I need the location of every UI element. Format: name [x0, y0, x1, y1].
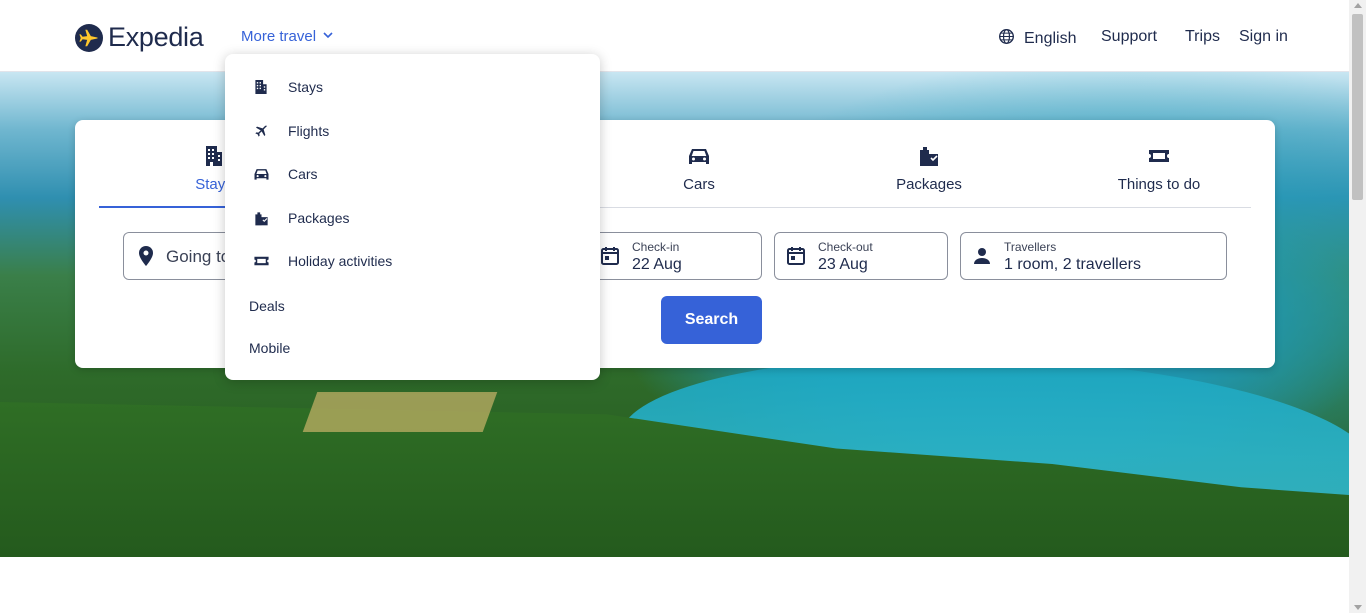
tab-packages[interactable]: Packages	[814, 144, 1044, 208]
language-selector[interactable]: English	[998, 28, 1076, 50]
location-pin-icon	[138, 246, 154, 271]
page: Expedia More travel English Support Trip…	[0, 0, 1349, 613]
going-to-placeholder: Going to	[166, 247, 231, 266]
tab-cars[interactable]: Cars	[584, 144, 814, 208]
menu-item-holiday-activities[interactable]: Holiday activities	[249, 246, 392, 276]
check-out-field[interactable]: Check-out 23 Aug	[774, 232, 948, 280]
calendar-icon	[786, 246, 806, 271]
ticket-icon	[249, 255, 273, 267]
menu-item-packages[interactable]: Packages	[249, 203, 349, 233]
globe-icon	[998, 28, 1015, 50]
expedia-logo[interactable]: Expedia	[75, 22, 204, 53]
more-travel-menu: Stays Flights Cars Packages Holiday acti…	[225, 54, 600, 380]
language-label: English	[1024, 30, 1077, 47]
vertical-scrollbar[interactable]	[1349, 0, 1366, 613]
plane-logo-icon	[75, 23, 103, 52]
sign-in-link[interactable]: Sign in	[1239, 28, 1288, 46]
chevron-down-icon	[322, 28, 334, 45]
menu-item-deals[interactable]: Deals	[249, 298, 285, 314]
person-icon	[972, 246, 992, 271]
check-in-label: Check-in	[632, 240, 680, 254]
tab-things-to-do[interactable]: Things to do	[1044, 144, 1274, 208]
calendar-icon	[600, 246, 620, 271]
menu-item-mobile[interactable]: Mobile	[249, 340, 290, 356]
tab-label: Things to do	[1117, 176, 1201, 193]
travellers-field[interactable]: Travellers 1 room, 2 travellers	[960, 232, 1227, 280]
check-out-label: Check-out	[818, 240, 873, 254]
car-icon	[249, 167, 273, 181]
menu-item-label: Stays	[288, 79, 324, 95]
hero-field	[302, 392, 498, 432]
menu-item-label: Cars	[288, 166, 318, 182]
check-out-value: 23 Aug	[818, 256, 868, 273]
menu-item-stays[interactable]: Stays	[249, 72, 323, 102]
scroll-up-arrow-icon[interactable]	[1354, 3, 1362, 8]
menu-item-cars[interactable]: Cars	[249, 159, 318, 189]
packages-icon	[814, 144, 1044, 168]
packages-icon	[249, 211, 273, 226]
menu-item-label: Holiday activities	[288, 253, 393, 269]
car-icon	[584, 144, 814, 168]
building-icon	[249, 79, 273, 95]
plane-icon	[249, 123, 273, 139]
menu-item-label: Flights	[288, 123, 330, 139]
menu-item-flights[interactable]: Flights	[249, 116, 329, 146]
logo-text: Expedia	[108, 22, 204, 52]
menu-item-label: Packages	[288, 210, 350, 226]
trips-link[interactable]: Trips	[1185, 28, 1220, 46]
check-in-field[interactable]: Check-in 22 Aug	[588, 232, 762, 280]
scrollbar-thumb[interactable]	[1352, 14, 1363, 200]
check-in-value: 22 Aug	[632, 256, 682, 273]
site-header: Expedia More travel English Support Trip…	[0, 0, 1349, 72]
tab-label: Cars	[683, 176, 715, 193]
search-button[interactable]: Search	[661, 296, 762, 344]
travellers-value: 1 room, 2 travellers	[1004, 256, 1141, 273]
more-travel-button[interactable]: More travel	[241, 28, 334, 45]
travellers-label: Travellers	[1004, 240, 1057, 254]
scroll-down-arrow-icon[interactable]	[1354, 605, 1362, 610]
support-link[interactable]: Support	[1101, 28, 1157, 46]
ticket-icon	[1044, 144, 1274, 168]
tab-label: Packages	[896, 176, 962, 193]
more-travel-label: More travel	[241, 28, 317, 45]
